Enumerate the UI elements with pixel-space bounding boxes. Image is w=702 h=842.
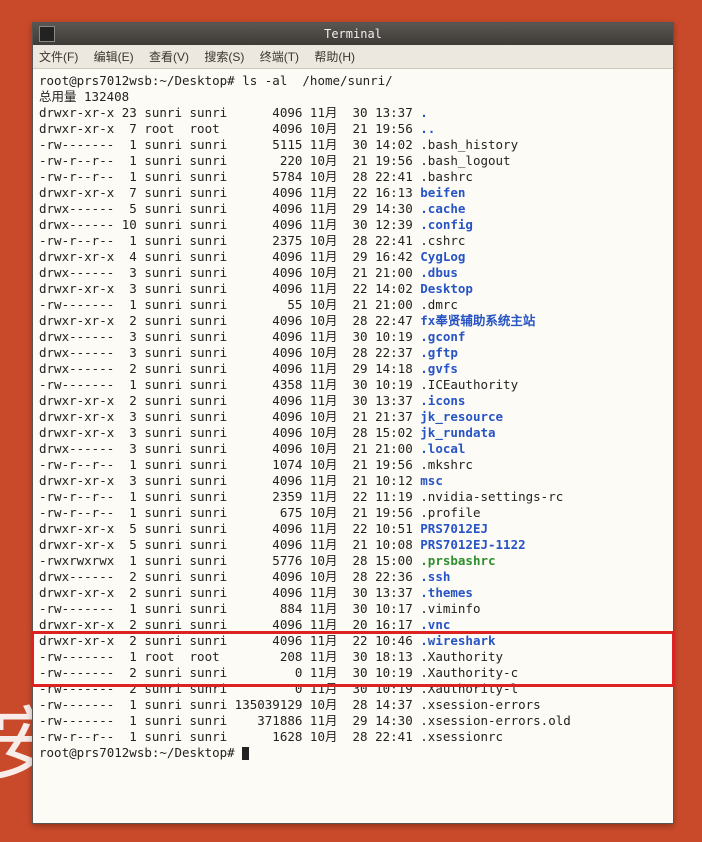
- menubar: 文件(F) 编辑(E) 查看(V) 搜索(S) 终端(T) 帮助(H): [33, 45, 673, 69]
- ls-row: drwxr-xr-x 2 sunri sunri 4096 11月 30 13:…: [39, 585, 667, 601]
- ls-row: -rw------- 1 sunri sunri 4358 11月 30 10:…: [39, 377, 667, 393]
- prompt-line-2[interactable]: root@prs7012wsb:~/Desktop#: [39, 745, 667, 761]
- ls-row: drwxr-xr-x 3 sunri sunri 4096 11月 22 14:…: [39, 281, 667, 297]
- ls-row: drwx------ 2 sunri sunri 4096 10月 28 22:…: [39, 569, 667, 585]
- menu-terminal[interactable]: 终端(T): [260, 50, 299, 64]
- menu-search[interactable]: 搜索(S): [204, 50, 244, 64]
- ls-row: -rw-r--r-- 1 sunri sunri 5784 10月 28 22:…: [39, 169, 667, 185]
- ls-row: drwxr-xr-x 5 sunri sunri 4096 11月 21 10:…: [39, 537, 667, 553]
- menu-help[interactable]: 帮助(H): [314, 50, 355, 64]
- ls-row: -rw------- 1 sunri sunri 5115 11月 30 14:…: [39, 137, 667, 153]
- ls-row: drwxr-xr-x 23 sunri sunri 4096 11月 30 13…: [39, 105, 667, 121]
- terminal-output[interactable]: root@prs7012wsb:~/Desktop# ls -al /home/…: [33, 69, 673, 823]
- window-titlebar[interactable]: Terminal: [33, 23, 673, 45]
- ls-row: drwxr-xr-x 3 sunri sunri 4096 11月 21 10:…: [39, 473, 667, 489]
- ls-row: -rw------- 2 sunri sunri 0 11月 30 10:19 …: [39, 681, 667, 697]
- ls-row: drwxr-xr-x 2 sunri sunri 4096 11月 22 10:…: [39, 633, 667, 649]
- ls-row: -rw------- 1 sunri sunri 371886 11月 29 1…: [39, 713, 667, 729]
- ls-row: drwxr-xr-x 2 sunri sunri 4096 10月 28 22:…: [39, 313, 667, 329]
- terminal-window: Terminal 文件(F) 编辑(E) 查看(V) 搜索(S) 终端(T) 帮…: [32, 22, 674, 824]
- totals-line: 总用量 132408: [39, 89, 667, 105]
- ls-row: -rw-r--r-- 1 sunri sunri 220 10月 21 19:5…: [39, 153, 667, 169]
- ls-row: drwxr-xr-x 2 sunri sunri 4096 11月 30 13:…: [39, 393, 667, 409]
- ls-row: drwx------ 3 sunri sunri 4096 10月 28 22:…: [39, 345, 667, 361]
- window-app-icon: [39, 26, 55, 42]
- ls-row: drwx------ 10 sunri sunri 4096 11月 30 12…: [39, 217, 667, 233]
- cursor: [242, 747, 249, 760]
- ls-row: -rw------- 1 sunri sunri 135039129 10月 2…: [39, 697, 667, 713]
- ls-row: drwx------ 2 sunri sunri 4096 11月 29 14:…: [39, 361, 667, 377]
- ls-row: -rwxrwxrwx 1 sunri sunri 5776 10月 28 15:…: [39, 553, 667, 569]
- ls-row: drwx------ 3 sunri sunri 4096 10月 21 21:…: [39, 265, 667, 281]
- ls-row: drwxr-xr-x 3 sunri sunri 4096 10月 28 15:…: [39, 425, 667, 441]
- ls-row: drwxr-xr-x 4 sunri sunri 4096 11月 29 16:…: [39, 249, 667, 265]
- ls-row: -rw------- 1 sunri sunri 884 11月 30 10:1…: [39, 601, 667, 617]
- ls-row: -rw-r--r-- 1 sunri sunri 675 10月 21 19:5…: [39, 505, 667, 521]
- menu-edit[interactable]: 编辑(E): [94, 50, 134, 64]
- ls-row: -rw-r--r-- 1 sunri sunri 1628 10月 28 22:…: [39, 729, 667, 745]
- ls-row: drwx------ 3 sunri sunri 4096 11月 30 10:…: [39, 329, 667, 345]
- window-title: Terminal: [324, 27, 382, 41]
- ls-row: drwx------ 3 sunri sunri 4096 10月 21 21:…: [39, 441, 667, 457]
- ls-row: -rw-r--r-- 1 sunri sunri 1074 10月 21 19:…: [39, 457, 667, 473]
- prompt-line: root@prs7012wsb:~/Desktop# ls -al /home/…: [39, 73, 667, 89]
- ls-row: drwxr-xr-x 5 sunri sunri 4096 11月 22 10:…: [39, 521, 667, 537]
- ls-row: drwxr-xr-x 7 root root 4096 10月 21 19:56…: [39, 121, 667, 137]
- ls-row: -rw-r--r-- 1 sunri sunri 2359 11月 22 11:…: [39, 489, 667, 505]
- ls-row: -rw-r--r-- 1 sunri sunri 2375 10月 28 22:…: [39, 233, 667, 249]
- ls-row: -rw------- 1 sunri sunri 55 10月 21 21:00…: [39, 297, 667, 313]
- ls-row: drwxr-xr-x 3 sunri sunri 4096 10月 21 21:…: [39, 409, 667, 425]
- ls-row: -rw------- 2 sunri sunri 0 11月 30 10:19 …: [39, 665, 667, 681]
- menu-file[interactable]: 文件(F): [39, 50, 78, 64]
- menu-view[interactable]: 查看(V): [149, 50, 189, 64]
- ls-row: drwxr-xr-x 2 sunri sunri 4096 11月 20 16:…: [39, 617, 667, 633]
- ls-row: drwx------ 5 sunri sunri 4096 11月 29 14:…: [39, 201, 667, 217]
- ls-row: drwxr-xr-x 7 sunri sunri 4096 11月 22 16:…: [39, 185, 667, 201]
- ls-row: -rw------- 1 root root 208 11月 30 18:13 …: [39, 649, 667, 665]
